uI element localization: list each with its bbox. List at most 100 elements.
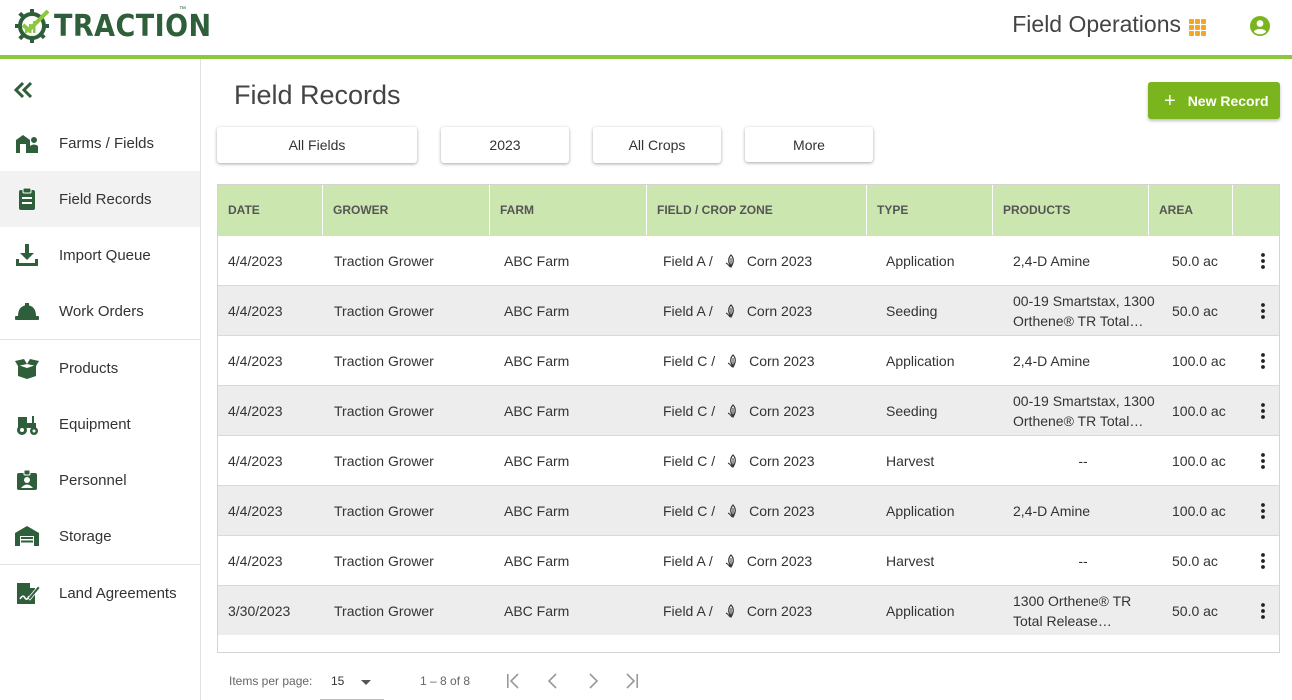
field-name: Field C /	[663, 503, 716, 519]
more-vert-icon[interactable]	[1255, 602, 1271, 620]
corn-crop-icon	[725, 254, 734, 268]
products-cell: 2,4-D Amine	[1013, 236, 1163, 286]
date-cell: 4/4/2023	[228, 503, 283, 519]
type-cell: Application	[886, 253, 955, 269]
sidebar-item-field-records[interactable]: Field Records	[0, 171, 200, 227]
sidebar-item-label: Land Agreements	[59, 584, 177, 602]
more-vert-icon[interactable]	[1255, 552, 1271, 570]
field-crop-zone-cell[interactable]: Field A / Corn 2023	[663, 236, 812, 286]
open-box-icon	[15, 359, 39, 379]
more-vert-icon[interactable]	[1255, 502, 1271, 520]
products-cell: --	[1013, 536, 1153, 586]
more-vert-icon[interactable]	[1255, 402, 1271, 420]
double-chevron-left-icon[interactable]	[13, 79, 35, 101]
field-name: Field C /	[663, 403, 716, 419]
type-cell: Application	[886, 603, 955, 619]
previous-page-icon[interactable]	[543, 671, 563, 691]
traction-logo[interactable]: TRACTION	[14, 6, 229, 46]
table-row[interactable]: 4/4/2023 Traction Grower ABC Farm Field C /…	[218, 385, 1279, 435]
product-line: 1300 Orthene® TR	[1013, 593, 1132, 609]
area-cell: 100.0 ac	[1172, 403, 1226, 419]
more-vert-icon[interactable]	[1255, 452, 1271, 470]
id-badge-icon	[17, 469, 37, 490]
sidebar-item-personnel[interactable]: Personnel	[0, 452, 200, 508]
products-cell: --	[1013, 436, 1153, 486]
table-row[interactable]: 4/4/2023 Traction Grower ABC Farm Field A /…	[218, 535, 1279, 585]
field-crop-zone-cell[interactable]: Field C / Corn 2023	[663, 336, 815, 386]
first-page-icon[interactable]	[503, 671, 523, 691]
items-per-page-label: Items per page:	[229, 674, 313, 688]
products-cell: 2,4-D Amine	[1013, 336, 1163, 386]
column-header-area[interactable]: AREA	[1149, 185, 1233, 235]
table-row[interactable]: 4/4/2023 Traction Grower ABC Farm Field A /…	[218, 235, 1279, 285]
sidebar-item-label: Personnel	[59, 471, 127, 489]
products-cell: 00-19 Smartstax, 1300 Orthene® TR Total…	[1013, 386, 1163, 436]
crop-zone-name: Corn 2023	[749, 403, 815, 419]
sidebar-item-work-orders[interactable]: Work Orders	[0, 283, 200, 339]
corn-crop-icon	[727, 354, 736, 368]
sidebar-item-farms-fields[interactable]: Farms / Fields	[0, 115, 200, 171]
field-name: Field A /	[663, 303, 713, 319]
field-crop-zone-cell[interactable]: Field A / Corn 2023	[663, 586, 812, 636]
more-filters-button[interactable]: More	[745, 127, 873, 162]
column-header-date[interactable]: DATE	[218, 185, 323, 235]
field-crop-zone-cell[interactable]: Field C / Corn 2023	[663, 436, 815, 486]
sidebar-item-import-queue[interactable]: Import Queue	[0, 227, 200, 283]
farm-cell: ABC Farm	[504, 253, 570, 269]
grower-cell: Traction Grower	[334, 353, 434, 369]
page-title: Field Records	[234, 80, 401, 110]
column-header-type[interactable]: TYPE	[867, 185, 993, 235]
date-cell: 4/4/2023	[228, 453, 283, 469]
grower-cell: Traction Grower	[334, 553, 434, 569]
area-cell: 50.0 ac	[1172, 303, 1218, 319]
corn-crop-icon	[725, 604, 734, 618]
sidebar-item-label: Work Orders	[59, 302, 144, 320]
sidebar-item-products[interactable]: Products	[0, 340, 200, 396]
apps-grid-icon[interactable]	[1189, 19, 1206, 36]
sidebar-item-label: Storage	[59, 527, 112, 545]
next-page-icon[interactable]	[583, 671, 603, 691]
crop-zone-name: Corn 2023	[749, 353, 815, 369]
sidebar: Farms / Fields Field Records Import Queu…	[0, 59, 201, 700]
field-crop-zone-cell[interactable]: Field C / Corn 2023	[663, 386, 815, 436]
account-circle-icon[interactable]	[1249, 15, 1271, 37]
more-vert-icon[interactable]	[1255, 252, 1271, 270]
crops-filter-button[interactable]: All Crops	[593, 127, 721, 163]
date-cell: 4/4/2023	[228, 303, 283, 319]
column-header-grower[interactable]: GROWER	[323, 185, 490, 235]
year-filter-button[interactable]: 2023	[441, 127, 569, 163]
sidebar-item-land-agreements[interactable]: Land Agreements	[0, 565, 200, 621]
more-vert-icon[interactable]	[1255, 352, 1271, 370]
table-row[interactable]: 4/4/2023 Traction Grower ABC Farm Field C /…	[218, 335, 1279, 385]
products-cell: 2,4-D Amine	[1013, 486, 1163, 536]
product-line: --	[1078, 553, 1088, 569]
column-header-field-crop-zone[interactable]: FIELD / CROP ZONE	[647, 185, 867, 235]
fields-filter-button[interactable]: All Fields	[217, 127, 417, 163]
sidebar-item-storage[interactable]: Storage	[0, 508, 200, 564]
corn-crop-icon	[727, 404, 736, 418]
product-line: --	[1078, 453, 1088, 469]
table-row[interactable]: 3/30/2023 Traction Grower ABC Farm Field A …	[218, 585, 1279, 635]
more-vert-icon[interactable]	[1255, 302, 1271, 320]
field-crop-zone-cell[interactable]: Field A / Corn 2023	[663, 286, 812, 336]
items-per-page-select[interactable]: 15	[320, 670, 384, 700]
last-page-icon[interactable]	[622, 671, 642, 691]
table-row[interactable]: 4/4/2023 Traction Grower ABC Farm Field C /…	[218, 485, 1279, 535]
column-header-products[interactable]: PRODUCTS	[993, 185, 1149, 235]
field-crop-zone-cell[interactable]: Field A / Corn 2023	[663, 536, 812, 586]
table-row[interactable]: 4/4/2023 Traction Grower ABC Farm Field C /…	[218, 435, 1279, 485]
app-title[interactable]: Field Operations	[1012, 11, 1181, 38]
column-header-farm[interactable]: FARM	[490, 185, 647, 235]
type-cell: Application	[886, 503, 955, 519]
table-row[interactable]: 4/4/2023 Traction Grower ABC Farm Field A /…	[218, 285, 1279, 335]
sidebar-item-equipment[interactable]: Equipment	[0, 396, 200, 452]
sidebar-item-label: Import Queue	[59, 246, 151, 264]
clipboard-icon	[19, 187, 35, 210]
corn-crop-icon	[725, 304, 734, 318]
plus-icon: +	[1164, 89, 1176, 112]
crop-zone-name: Corn 2023	[746, 603, 813, 619]
new-record-button[interactable]: + New Record	[1148, 82, 1280, 119]
page-range-label: 1 – 8 of 8	[420, 674, 471, 688]
field-crop-zone-cell[interactable]: Field C / Corn 2023	[663, 486, 815, 536]
crop-zone-name: Corn 2023	[749, 503, 815, 519]
